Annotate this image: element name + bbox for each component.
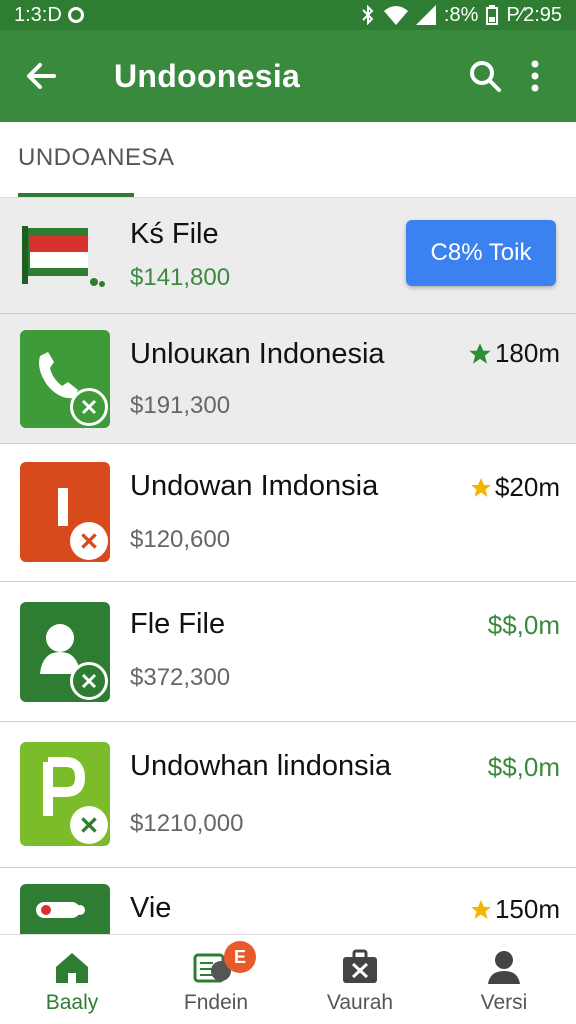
bluetooth-icon <box>360 5 376 25</box>
nav-item-fndein[interactable]: E Fndein <box>144 935 288 1024</box>
close-badge-icon <box>70 522 108 560</box>
wifi-icon <box>383 5 408 25</box>
app-icon <box>20 884 110 934</box>
item-name: Vie <box>130 892 172 924</box>
item-name: Fle File <box>130 608 226 640</box>
person-app-icon <box>20 602 110 702</box>
item-meta: $$,0m <box>488 752 560 783</box>
item-meta: 180m <box>467 338 560 369</box>
status-clock: Ρ⁄2:95 <box>506 3 562 26</box>
close-badge-icon <box>70 806 108 844</box>
parking-app-icon <box>20 742 110 846</box>
nav-label: Fndein <box>183 991 249 1014</box>
item-price: $191,300 <box>130 392 231 419</box>
item-meta-value: $$,0m <box>487 752 560 782</box>
list-item[interactable]: Undowhan lindonsia $1210,000 $$,0m <box>0 722 576 868</box>
home-icon <box>56 953 88 983</box>
more-vert-icon <box>531 60 539 92</box>
item-meta: $$,0m <box>488 610 560 641</box>
item-price: $372,300 <box>130 664 231 691</box>
battery-percent: :8% <box>443 3 479 26</box>
nav-label: Versi <box>480 991 528 1014</box>
notification-badge: E <box>224 941 256 973</box>
status-time: 1:3:D <box>14 3 62 26</box>
signal-icon <box>415 5 436 25</box>
tab-indicator <box>18 193 134 197</box>
list-item[interactable]: Vie 150m <box>0 868 576 934</box>
nav-label: Baaly <box>45 991 99 1014</box>
list-item[interactable]: Undowan Imdonsia $120,600 $20m <box>0 444 576 582</box>
nav-item-baaly[interactable]: Baaly <box>0 935 144 1024</box>
sync-icon <box>67 7 84 23</box>
app-bar: Undoonesia <box>0 30 576 122</box>
phone-app-icon <box>20 330 110 428</box>
overflow-menu-button[interactable] <box>510 51 560 101</box>
arrow-back-icon <box>27 63 56 89</box>
list-item[interactable]: Fle File $372,300 $$,0m <box>0 582 576 722</box>
back-button[interactable] <box>16 51 66 101</box>
item-meta-value: 180m <box>494 338 560 368</box>
close-badge-icon <box>70 662 108 700</box>
nav-item-vaurah[interactable]: Vaurah <box>288 935 432 1024</box>
featured-name: Kś File <box>130 218 219 250</box>
flag-icon <box>20 216 110 296</box>
briefcase-icon <box>343 949 377 983</box>
tab-undoanesa[interactable]: UNDOANESA <box>18 144 175 172</box>
featured-row[interactable]: Kś File $141,800 C8% Toik <box>0 198 576 314</box>
person-icon <box>488 951 520 984</box>
item-meta: 150m <box>469 894 560 925</box>
nav-label: Vaurah <box>326 991 394 1014</box>
close-badge-icon <box>70 388 108 426</box>
bottom-navigation: Baaly E Fndein Vaurah Versi <box>0 934 576 1024</box>
star-icon <box>470 477 491 497</box>
list-item[interactable]: Unlouкan Indonesia $191,300 180m <box>0 314 576 444</box>
tab-strip: UNDOANESA <box>0 122 576 198</box>
item-name: Undowhan lindonsia <box>130 750 392 782</box>
item-meta-value: 150m <box>494 894 560 924</box>
featured-action-button[interactable]: C8% Toik <box>406 220 556 286</box>
item-meta-value: $20m <box>494 472 560 502</box>
battery-icon <box>486 5 499 25</box>
star-icon <box>469 342 491 364</box>
page-title: Undoonesia <box>114 57 301 94</box>
search-button[interactable] <box>460 51 510 101</box>
search-icon <box>470 61 501 92</box>
star-icon <box>470 899 491 919</box>
item-price: $120,600 <box>130 526 231 553</box>
status-bar: 1:3:D :8% Ρ⁄2:95 <box>0 0 576 30</box>
item-name: Unlouкan Indonesia <box>130 338 385 370</box>
item-name: Undowan Imdonsia <box>130 470 379 502</box>
item-price: $1210,000 <box>130 810 244 837</box>
featured-price: $141,800 <box>130 264 231 291</box>
item-meta-value: $$,0m <box>487 610 560 640</box>
document-app-icon <box>20 462 110 562</box>
nav-item-versi[interactable]: Versi <box>432 935 576 1024</box>
item-meta: $20m <box>469 472 560 503</box>
